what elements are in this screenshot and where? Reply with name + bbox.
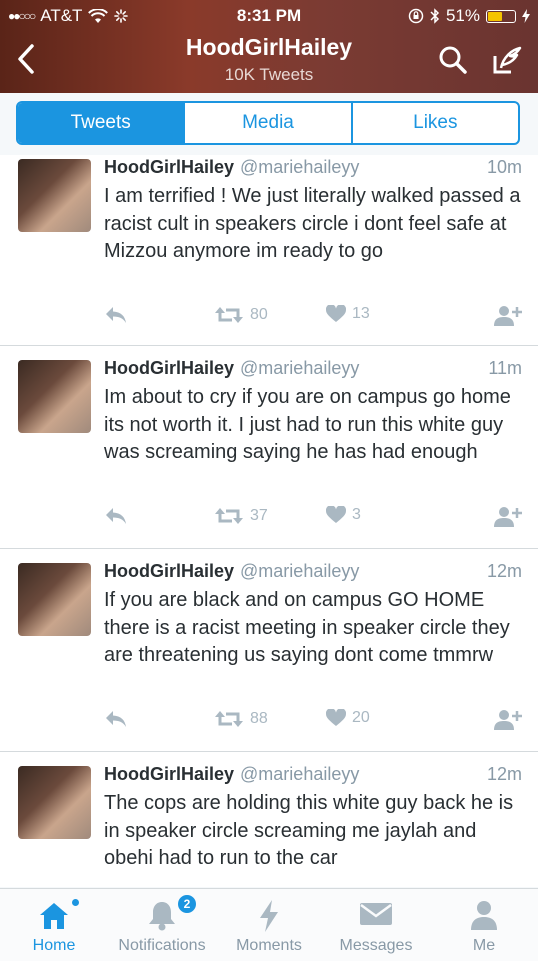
follow-button[interactable] [494, 305, 522, 327]
retweet-icon [215, 711, 243, 727]
nav-notifications-label: Notifications [118, 937, 206, 954]
tweet-text: The cops are holding this white guy back… [104, 792, 514, 869]
tweet-timestamp: 12m [486, 764, 522, 784]
reply-icon [106, 307, 126, 323]
tweet-author-name[interactable]: HoodGirlHailey [104, 157, 234, 177]
tab-media[interactable]: Media [183, 103, 350, 143]
tweet-timestamp: 11m [488, 358, 522, 378]
bluetooth-icon [430, 8, 440, 24]
heart-icon [326, 506, 346, 523]
new-content-dot [72, 899, 79, 906]
nav-messages-label: Messages [339, 937, 413, 954]
avatar[interactable] [18, 766, 91, 839]
nav-home[interactable]: Home [4, 889, 104, 961]
avatar[interactable] [18, 159, 91, 232]
tweet-card[interactable]: HoodGirlHailey @mariehaileyy 12m If you a… [0, 549, 538, 752]
envelope-icon [360, 903, 392, 925]
avatar[interactable] [18, 563, 91, 636]
like-button[interactable]: 3 [326, 506, 361, 524]
tweet-author-handle[interactable]: @mariehaileyy [240, 358, 359, 378]
tab-tweets[interactable]: Tweets [18, 103, 184, 143]
retweet-count: 88 [250, 710, 268, 727]
retweet-icon [215, 307, 243, 323]
nav-me[interactable]: Me [434, 889, 534, 961]
tweet-author-handle[interactable]: @mariehaileyy [240, 561, 359, 581]
orientation-lock-icon [408, 8, 424, 24]
nav-me-label: Me [472, 937, 496, 954]
nav-moments[interactable]: Moments [219, 889, 319, 961]
add-user-icon [494, 710, 522, 730]
bell-icon [149, 902, 175, 931]
profile-header: ●●○○○ AT&T 8:31 PM 51% HoodGirlHailey 10… [0, 0, 538, 93]
profile-tabs: Tweets Media Likes [16, 101, 520, 145]
nav-messages[interactable]: Messages [326, 889, 426, 961]
retweet-icon [215, 508, 243, 524]
compose-tweet-icon[interactable] [491, 44, 523, 76]
tweet-author-name[interactable]: HoodGirlHailey [104, 561, 234, 581]
like-count: 3 [352, 506, 361, 523]
nav-notifications[interactable]: 2 Notifications [111, 889, 213, 961]
tweet-text: I am terrified ! We just literally walke… [104, 185, 521, 262]
person-icon [471, 901, 497, 930]
follow-button[interactable] [494, 709, 522, 731]
tweet-timeline[interactable]: HoodGirlHailey @mariehaileyy 10m I am ter… [0, 155, 538, 887]
retweet-count: 80 [250, 306, 268, 323]
reply-icon [106, 508, 126, 524]
like-count: 13 [352, 305, 370, 322]
battery-icon [486, 9, 516, 23]
follow-button[interactable] [494, 506, 522, 528]
bottom-tab-bar: Home 2 Notifications Moments Messages Me [0, 888, 538, 961]
tab-likes[interactable]: Likes [350, 103, 518, 143]
tweet-text: Im about to cry if you are on campus go … [104, 386, 511, 463]
search-icon[interactable] [437, 44, 469, 76]
retweet-button[interactable]: 80 [214, 305, 268, 325]
tweet-author-handle[interactable]: @mariehaileyy [240, 157, 359, 177]
retweet-button[interactable]: 88 [214, 709, 268, 729]
retweet-count: 37 [250, 507, 268, 524]
notification-badge: 2 [176, 893, 198, 915]
tweet-author-handle[interactable]: @mariehaileyy [240, 764, 359, 784]
tweet-card[interactable]: HoodGirlHailey @mariehaileyy 10m I am ter… [0, 155, 538, 346]
tweet-timestamp: 12m [486, 561, 522, 581]
heart-icon [326, 305, 346, 322]
heart-icon [326, 709, 346, 726]
add-user-icon [494, 507, 522, 527]
avatar[interactable] [18, 360, 91, 433]
nav-home-label: Home [32, 937, 76, 954]
battery-percent: 51% [445, 6, 480, 25]
charging-icon [522, 9, 530, 23]
nav-moments-label: Moments [236, 937, 302, 954]
tweet-timestamp: 10m [486, 157, 522, 177]
add-user-icon [494, 306, 522, 326]
like-button[interactable]: 13 [326, 305, 370, 323]
tweet-author-name[interactable]: HoodGirlHailey [104, 764, 234, 784]
tweet-text: If you are black and on campus GO HOME t… [104, 589, 510, 666]
tweet-card[interactable]: HoodGirlHailey @mariehaileyy 11m Im about… [0, 346, 538, 549]
reply-button[interactable] [104, 506, 128, 526]
retweet-button[interactable]: 37 [214, 506, 268, 526]
reply-button[interactable] [104, 305, 128, 325]
like-button[interactable]: 20 [326, 709, 370, 727]
like-count: 20 [352, 709, 370, 726]
tweet-card[interactable]: HoodGirlHailey @mariehaileyy 12m The cops… [0, 752, 538, 887]
home-icon [40, 903, 68, 929]
lightning-icon [260, 900, 278, 932]
reply-icon [106, 711, 126, 727]
status-bar: ●●○○○ AT&T 8:31 PM 51% [0, 0, 538, 32]
tweet-author-name[interactable]: HoodGirlHailey [104, 358, 234, 378]
reply-button[interactable] [104, 709, 128, 729]
